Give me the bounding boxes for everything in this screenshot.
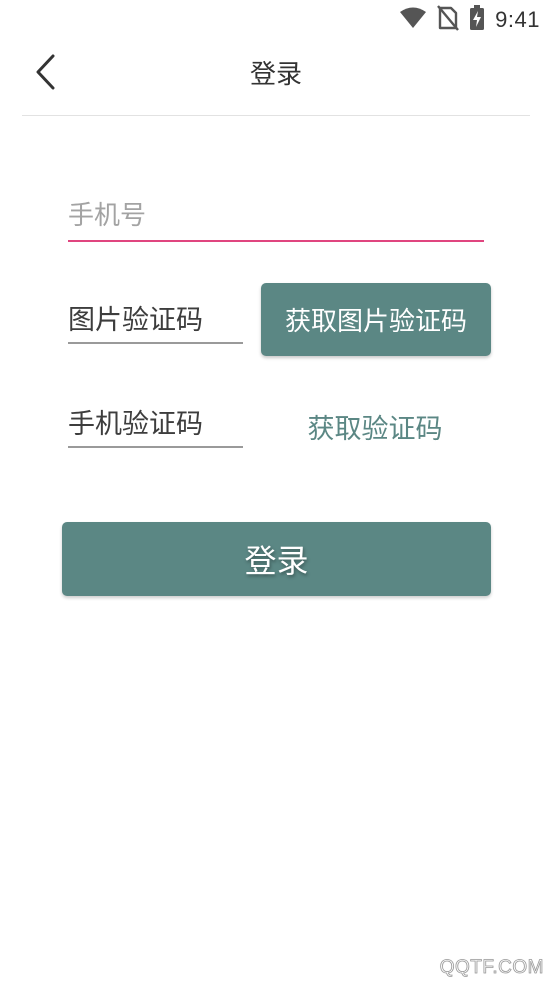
captcha-input[interactable] (68, 300, 243, 340)
no-sim-icon (437, 5, 460, 35)
battery-charging-icon (469, 5, 485, 35)
phone-input[interactable] (68, 194, 484, 238)
watermark: QQTF.COM (439, 957, 544, 979)
sms-code-field (68, 404, 243, 448)
captcha-field (68, 300, 243, 344)
get-sms-code-button[interactable]: 获取验证码 (290, 402, 460, 450)
header: 登录 (0, 40, 552, 108)
page-title: 登录 (249, 60, 302, 90)
sms-code-input[interactable] (68, 404, 243, 444)
login-button[interactable]: 登录 (62, 522, 491, 596)
status-time: 9:41 (495, 7, 540, 32)
status-icons: 9:41 (399, 5, 540, 35)
wifi-icon (399, 7, 427, 33)
phone-field (68, 194, 484, 242)
get-captcha-button[interactable]: 获取图片验证码 (261, 283, 491, 356)
status-bar: 9:41 (0, 0, 552, 40)
header-divider (22, 115, 530, 116)
